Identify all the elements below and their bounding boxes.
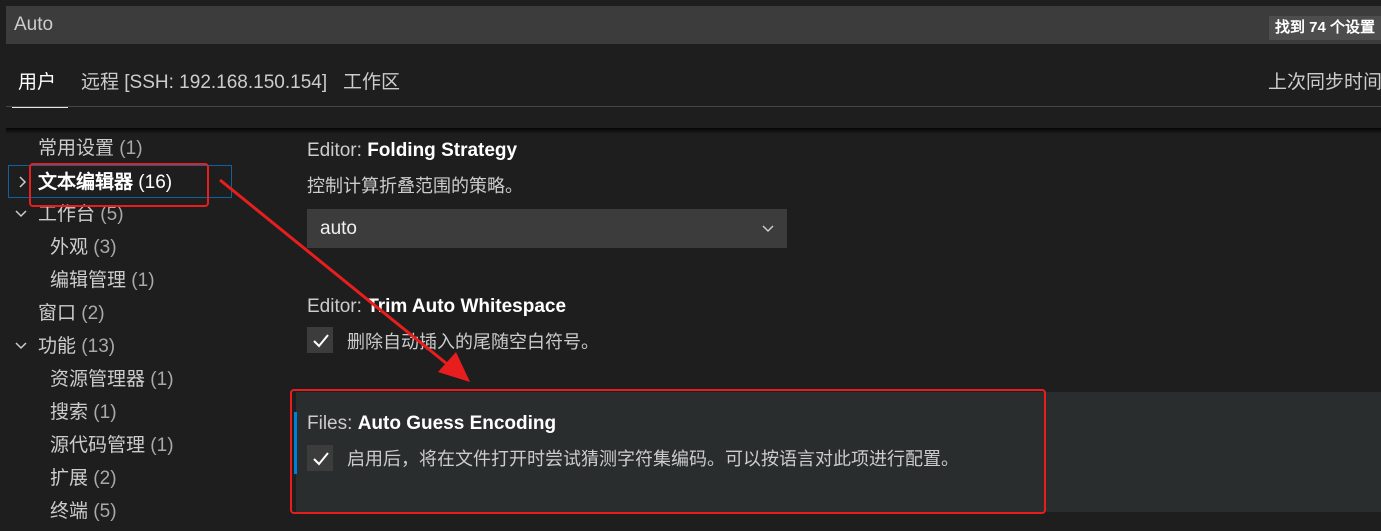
settings-editor: 找到 74 个设置 用户 远程 [SSH: 192.168.150.154] 工… xyxy=(0,0,1381,531)
annotation-arrow xyxy=(219,178,470,382)
